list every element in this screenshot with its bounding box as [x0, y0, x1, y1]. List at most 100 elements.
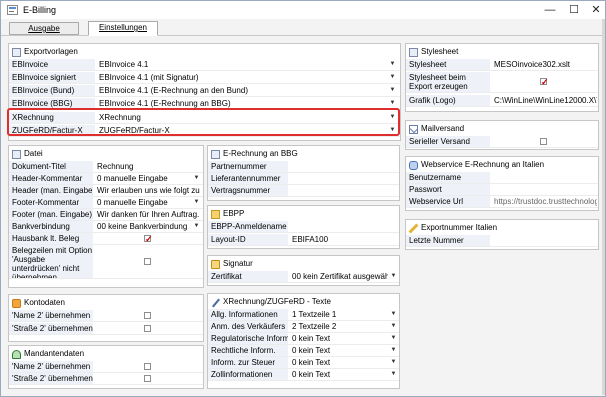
certificate-icon: [211, 259, 220, 269]
mandant-strasse2-checkbox[interactable]: [144, 375, 151, 382]
datei-row-header-kommentar[interactable]: Header-Kommentar 0 manuelle Eingabe ▼: [9, 173, 203, 185]
xr-row-rechtlich[interactable]: Rechtliche Inform. 0 kein Text ▼: [208, 345, 399, 357]
database-icon: [409, 160, 418, 170]
file-icon: [12, 149, 21, 159]
chevron-down-icon[interactable]: ▼: [389, 310, 398, 319]
xr-row-regulatorisch[interactable]: Regulatorische Inform. 0 kein Text ▼: [208, 333, 399, 345]
datei-row-footer-kommentar[interactable]: Footer-Kommentar 0 manuelle Eingabe ▼: [9, 197, 203, 209]
chevron-down-icon[interactable]: ▼: [389, 370, 398, 379]
chevron-down-icon[interactable]: ▼: [388, 99, 397, 108]
close-button[interactable]: ✕: [585, 2, 606, 18]
exportvorlagen-header: Exportvorlagen: [12, 46, 78, 58]
stylesheet-row-erzeugen[interactable]: Stylesheet beim Export erzeugen ✓: [406, 72, 598, 93]
stylesheet-erzeugen-checkbox[interactable]: ✓: [540, 78, 549, 87]
konto-row-name2[interactable]: 'Name 2' übernehmen: [9, 310, 203, 322]
ebpp-row-layout-id[interactable]: Layout-ID EBIFA100: [208, 234, 399, 246]
datei-row-dokument-titel[interactable]: Dokument-Titel Rechnung: [9, 161, 203, 173]
xr-row-verkaeufer[interactable]: Anm. des Verkäufers 2 Textzeile 2 ▼: [208, 321, 399, 333]
stylesheet-panel: Stylesheet Stylesheet MESOinvoice302.xsl…: [405, 43, 599, 112]
people-icon: [12, 349, 21, 359]
bbg-row-lieferantennummer[interactable]: Lieferantennummer: [208, 173, 399, 185]
export-row-ebinvoice[interactable]: EBInvoice EBInvoice 4.1 ▼: [9, 59, 400, 71]
webservice-panel: Webservice E-Rechnung an Italien Benutze…: [405, 156, 599, 211]
title-bar: E-Billing — ☐ ✕: [1, 1, 605, 19]
pencil-icon: [409, 224, 418, 233]
mail-icon: [409, 124, 418, 134]
bbg-header: E-Rechnung an BBG: [211, 148, 298, 160]
konto-name2-checkbox[interactable]: [144, 312, 151, 319]
ebpp-row-anmeldename[interactable]: EBPP-Anmeldename: [208, 221, 399, 233]
xrechnung-texte-panel: XRechnung/ZUGFeRD - Texte Allg. Informat…: [207, 293, 400, 389]
export-row-ebinvoice-signiert[interactable]: EBInvoice signiert EBInvoice 4.1 (mit Si…: [9, 72, 400, 84]
document-icon: [211, 149, 220, 159]
chevron-down-icon[interactable]: ▼: [192, 198, 201, 207]
datei-row-hausbank[interactable]: Hausbank lt. Beleg ✓: [9, 233, 203, 245]
chevron-down-icon[interactable]: ▼: [192, 174, 201, 183]
kontodaten-panel: Kontodaten 'Name 2' übernehmen 'Straße 2…: [8, 294, 204, 342]
chevron-down-icon[interactable]: ▼: [389, 334, 398, 343]
datei-row-belegzeilen[interactable]: Belegzeilen mit Option 'Ausgabe unterdrü…: [9, 245, 203, 279]
bbg-row-vertragsnummer[interactable]: Vertragsnummer: [208, 185, 399, 197]
konto-row-strasse2[interactable]: 'Straße 2' übernehmen: [9, 323, 203, 335]
italien-row-letzte-nummer[interactable]: Letzte Nummer: [406, 235, 598, 247]
document-icon: [409, 47, 418, 57]
ebpp-panel: EBPP EBPP-Anmeldename Layout-ID EBIFA100: [207, 205, 400, 249]
xr-row-steuer[interactable]: Inform. zur Steuer 0 kein Text ▼: [208, 357, 399, 369]
xr-row-allg[interactable]: Allg. Informationen 1 Textzeile 1 ▼: [208, 309, 399, 321]
ws-row-benutzername[interactable]: Benutzername: [406, 172, 598, 184]
exportnummer-italien-panel: Exportnummer Italien Letzte Nummer: [405, 219, 599, 250]
stylesheet-row-stylesheet[interactable]: Stylesheet MESOinvoice302.xslt: [406, 59, 598, 71]
chevron-down-icon[interactable]: ▼: [388, 73, 397, 82]
datei-row-header-eingabe[interactable]: Header (man. Eingabe) Wir erlauben uns w…: [9, 185, 203, 197]
tab-einstellungen[interactable]: Einstellungen: [88, 21, 158, 36]
belegzeilen-checkbox[interactable]: [144, 258, 151, 265]
datei-panel: Datei Dokument-Titel Rechnung Header-Kom…: [8, 145, 204, 288]
pen-icon: [211, 298, 220, 307]
window-title: E-Billing: [23, 5, 57, 15]
chevron-down-icon[interactable]: ▼: [389, 358, 398, 367]
highlight-box: [7, 108, 400, 136]
right-shadow: [602, 19, 605, 395]
stylesheet-row-grafik[interactable]: Grafik (Logo) C:\WinLine\WinLine12000.X\…: [406, 95, 598, 107]
e-billing-window: E-Billing — ☐ ✕ Ausgabe Einstellungen Ex…: [0, 0, 606, 397]
bbg-panel: E-Rechnung an BBG Partnernummer Lieferan…: [207, 145, 400, 201]
mail-row-seriell[interactable]: Serieller Versand: [406, 136, 598, 148]
folder-icon: [211, 209, 220, 219]
ws-row-passwort[interactable]: Passwort: [406, 184, 598, 196]
tab-ausgabe[interactable]: Ausgabe: [9, 22, 79, 35]
chevron-down-icon[interactable]: ▼: [389, 346, 398, 355]
datei-row-bankverbindung[interactable]: Bankverbindung 00 keine Bankverbindung ▼: [9, 221, 203, 233]
bbg-row-partnernummer[interactable]: Partnernummer: [208, 161, 399, 173]
signatur-row-zertifikat[interactable]: Zertifikat 00 kein Zertifikat ausgewähl …: [208, 271, 399, 283]
ws-row-url[interactable]: Webservice Url https://trustdoc.trusttec…: [406, 196, 598, 208]
mandantendaten-panel: Mandantendaten 'Name 2' übernehmen 'Stra…: [8, 345, 204, 389]
maximize-button[interactable]: ☐: [563, 2, 585, 18]
webservice-header: Webservice E-Rechnung an Italien: [409, 159, 544, 171]
app-icon: [7, 5, 18, 15]
xrechnung-texte-header: XRechnung/ZUGFeRD - Texte: [211, 296, 331, 308]
chevron-down-icon[interactable]: ▼: [389, 272, 398, 281]
xr-row-zoll[interactable]: Zollinformationen 0 kein Text ▼: [208, 369, 399, 381]
chevron-down-icon[interactable]: ▼: [388, 60, 397, 69]
chevron-down-icon[interactable]: ▼: [388, 86, 397, 95]
datei-header: Datei: [12, 148, 43, 160]
stylesheet-header: Stylesheet: [409, 46, 458, 58]
minimize-button[interactable]: —: [539, 2, 561, 18]
mandantendaten-header: Mandantendaten: [12, 348, 84, 360]
chevron-down-icon[interactable]: ▼: [192, 222, 201, 231]
mandant-row-strasse2[interactable]: 'Straße 2' übernehmen: [9, 373, 203, 385]
exportnummer-italien-header: Exportnummer Italien: [409, 222, 497, 234]
chevron-down-icon[interactable]: ▼: [389, 322, 398, 331]
datei-row-footer-eingabe[interactable]: Footer (man. Eingabe) Wir danken für Ihr…: [9, 209, 203, 221]
coins-icon: [12, 298, 21, 308]
export-row-ebinvoice-bund[interactable]: EBInvoice (Bund) EBInvoice 4.1 (E-Rechnu…: [9, 85, 400, 97]
mandant-row-name2[interactable]: 'Name 2' übernehmen: [9, 361, 203, 373]
hausbank-checkbox[interactable]: ✓: [144, 235, 153, 244]
document-icon: [12, 47, 21, 57]
kontodaten-header: Kontodaten: [12, 297, 65, 309]
ebpp-header: EBPP: [211, 208, 244, 220]
mandant-name2-checkbox[interactable]: [144, 363, 151, 370]
konto-strasse2-checkbox[interactable]: [144, 325, 151, 332]
serieller-versand-checkbox[interactable]: [540, 138, 547, 145]
mailversand-panel: Mailversand Serieller Versand: [405, 120, 599, 150]
